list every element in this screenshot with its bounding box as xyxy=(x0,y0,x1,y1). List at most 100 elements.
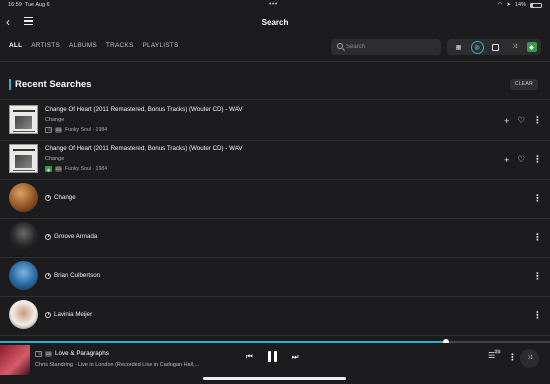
artist-avatar xyxy=(9,300,38,329)
top-bar: ‹ Search xyxy=(0,12,550,34)
artist-avatar xyxy=(9,183,38,212)
artist-name: Change xyxy=(54,194,76,201)
artist-row[interactable]: Change ⋮ xyxy=(0,181,550,217)
now-playing-title-line: ⤨ CD Love & Paragraphs xyxy=(35,350,109,357)
more-options-icon[interactable]: ⋮ xyxy=(533,232,542,243)
recent-history-icon xyxy=(45,311,51,318)
add-icon[interactable]: + xyxy=(504,116,509,126)
search-icon xyxy=(337,43,343,49)
tab-albums[interactable]: ALBUMS xyxy=(69,42,97,49)
divider xyxy=(0,257,550,258)
search-input[interactable] xyxy=(346,41,436,53)
green-app-icon[interactable]: ◆ xyxy=(526,42,537,52)
page-title: Search xyxy=(261,18,289,27)
status-bar: 16:59 Tue Aug 6 ••• ◠ ➤ 14% xyxy=(0,0,550,11)
category-tabs: ALL ARTISTS ALBUMS TRACKS PLAYLISTS xyxy=(9,42,179,49)
track-row[interactable]: Change Of Heart (2011 Remastered, Bonus … xyxy=(0,103,550,139)
artist-avatar xyxy=(9,261,38,290)
wifi-icon: ◠ xyxy=(497,2,503,8)
row-actions: ⋮ xyxy=(533,232,542,243)
track-title: Change Of Heart (2011 Remastered, Bonus … xyxy=(45,106,243,113)
search-box[interactable] xyxy=(331,39,441,55)
track-meta: ◆ CD Funky Soul · 1984 xyxy=(45,166,107,172)
genre-year: Funky Soul · 1984 xyxy=(65,127,108,133)
track-row[interactable]: Change Of Heart (2011 Remastered, Bonus … xyxy=(0,142,550,178)
track-artist: Change xyxy=(45,117,65,123)
heart-icon[interactable]: ♡ xyxy=(517,115,525,126)
divider xyxy=(0,99,550,100)
track-artist: Change xyxy=(45,156,65,162)
artist-name: Groove Armada xyxy=(54,233,98,240)
more-options-icon[interactable]: ⋮ xyxy=(508,352,517,363)
add-icon[interactable]: + xyxy=(504,155,509,165)
album-art xyxy=(9,144,38,173)
battery-percent: 14% xyxy=(514,2,526,8)
cd-badge-icon: CD xyxy=(55,166,62,172)
heart-icon[interactable]: ♡ xyxy=(517,154,525,165)
album-art xyxy=(9,105,38,134)
more-options-icon[interactable]: ⋮ xyxy=(533,271,542,282)
row-actions: + ♡ ⋮ xyxy=(504,154,542,165)
artist-line: Lavinia Meijer xyxy=(45,311,92,318)
multitask-dots-icon[interactable]: ••• xyxy=(269,1,278,8)
more-options-icon[interactable]: ⋮ xyxy=(533,154,542,165)
recent-searches-header: Recent Searches CLEAR xyxy=(9,78,544,92)
artist-row[interactable]: Lavinia Meijer ⋮ xyxy=(0,298,550,334)
cd-badge-icon: CD xyxy=(45,350,52,357)
more-options-icon[interactable]: ⋮ xyxy=(533,115,542,126)
artist-line: Change xyxy=(45,194,76,201)
now-playing-subtitle: Chris Standring · Live in London (Record… xyxy=(35,362,200,368)
row-actions: ⋮ xyxy=(533,193,542,204)
row-actions: ⋮ xyxy=(533,271,542,282)
shuffle-icon[interactable]: ⤨ xyxy=(508,41,522,53)
clear-button[interactable]: CLEAR xyxy=(509,79,538,90)
status-time: 16:59 Tue Aug 6 xyxy=(8,2,50,8)
green-badge-icon: ◆ xyxy=(45,166,52,172)
home-indicator[interactable] xyxy=(203,377,346,380)
row-actions: ⋮ xyxy=(533,310,542,321)
cd-badge-icon: CD xyxy=(55,127,62,133)
recent-history-icon xyxy=(45,233,51,240)
artist-name: Brian Culbertson xyxy=(54,272,101,279)
playback-controls: ⏮ ⏭ xyxy=(246,351,299,362)
accent-bar xyxy=(9,79,11,90)
album-grid-icon[interactable] xyxy=(489,41,503,53)
artist-row[interactable]: Brian Culbertson ⋮ xyxy=(0,259,550,295)
divider xyxy=(0,61,550,62)
row-actions: + ♡ ⋮ xyxy=(504,115,542,126)
divider xyxy=(0,335,550,336)
shuffle-badge-icon: ⤨ xyxy=(45,127,52,133)
divider xyxy=(0,296,550,297)
previous-icon[interactable]: ⏮ xyxy=(246,352,253,362)
queue-icon[interactable]: ☰ 24 xyxy=(488,349,502,360)
tab-tracks[interactable]: TRACKS xyxy=(106,42,134,49)
more-options-icon[interactable]: ⋮ xyxy=(533,310,542,321)
tab-all[interactable]: ALL xyxy=(9,42,22,49)
search-history-icon[interactable]: ◎ xyxy=(470,40,484,54)
filter-group: ▦ ◎ ⤨ ◆ xyxy=(447,39,541,55)
shuffle-badge-icon: ⤨ xyxy=(35,350,42,357)
track-meta: ⤨ CD Funky Soul · 1984 xyxy=(45,127,107,133)
artist-line: Groove Armada xyxy=(45,233,97,240)
calendar-icon[interactable]: ▦ xyxy=(452,41,466,53)
section-title: Recent Searches xyxy=(15,79,92,90)
divider xyxy=(0,218,550,219)
queue-count: 24 xyxy=(494,349,502,354)
artist-row[interactable]: Groove Armada ⋮ xyxy=(0,220,550,256)
divider xyxy=(0,140,550,141)
battery-icon xyxy=(530,2,542,8)
shuffle-output-icon[interactable]: ⤨ xyxy=(520,349,539,368)
next-icon[interactable]: ⏭ xyxy=(292,352,299,362)
tab-artists[interactable]: ARTISTS xyxy=(31,42,60,49)
divider xyxy=(0,179,550,180)
now-playing-title: Love & Paragraphs xyxy=(55,350,109,357)
more-options-icon[interactable]: ⋮ xyxy=(533,193,542,204)
pause-icon[interactable] xyxy=(267,351,277,362)
recent-history-icon xyxy=(45,194,51,201)
recent-history-icon xyxy=(45,272,51,279)
status-right: ◠ ➤ 14% xyxy=(498,2,542,8)
genre-year: Funky Soul · 1984 xyxy=(65,166,108,172)
now-playing-art[interactable] xyxy=(0,345,30,375)
artist-line: Brian Culbertson xyxy=(45,272,100,279)
tab-playlists[interactable]: PLAYLISTS xyxy=(143,42,179,49)
